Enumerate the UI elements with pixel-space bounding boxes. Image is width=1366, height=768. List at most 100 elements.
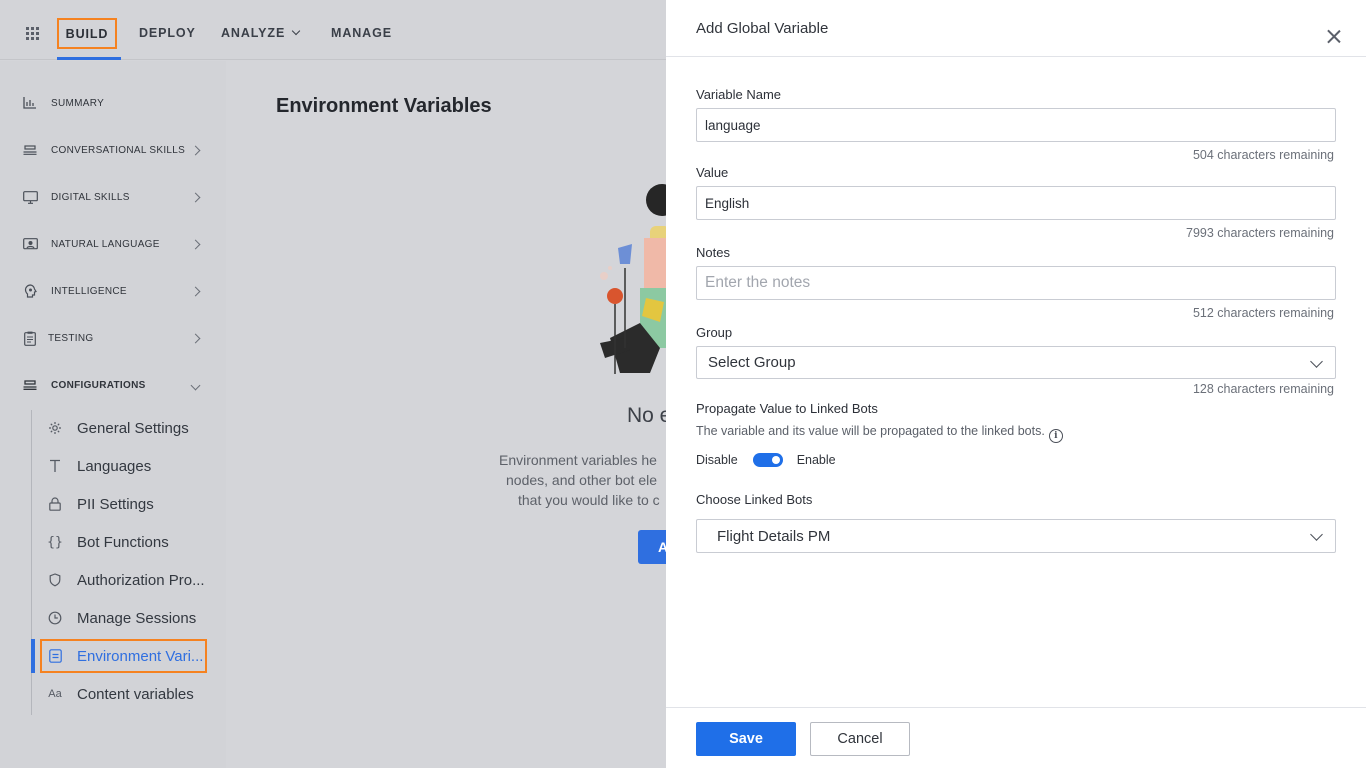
- nav-analyze[interactable]: ANALYZE: [221, 26, 301, 40]
- clipboard-icon: [22, 330, 38, 346]
- clock-icon: [47, 610, 63, 626]
- linked-bots-select[interactable]: Flight Details PM: [696, 519, 1336, 553]
- sidebar-item-label: DIGITAL SKILLS: [51, 191, 130, 203]
- submenu-item-label: Environment Vari...: [77, 647, 204, 665]
- notes-counter: 512 characters remaining: [1192, 306, 1334, 320]
- panel-title: Add Global Variable: [696, 20, 829, 37]
- nav-build[interactable]: BUILD: [57, 18, 117, 49]
- nav-active-indicator: [57, 57, 121, 60]
- notes-input[interactable]: Enter the notes: [696, 266, 1336, 300]
- layers-icon: [22, 142, 38, 158]
- nav-manage[interactable]: MANAGE: [331, 26, 392, 40]
- variable-name-label: Variable Name: [696, 87, 782, 102]
- linked-bots-value: Flight Details PM: [717, 527, 831, 545]
- sidebar-item-conversational-skills[interactable]: CONVERSATIONAL SKILLS: [0, 138, 226, 162]
- submenu-item-label: Authorization Pro...: [77, 571, 205, 589]
- submenu-item-authorization-profiles[interactable]: Authorization Pro...: [44, 565, 224, 595]
- propagate-description-text: The variable and its value will be propa…: [696, 424, 1045, 438]
- sidebar-item-natural-language[interactable]: NATURAL LANGUAGE: [0, 232, 226, 256]
- info-icon[interactable]: i: [1048, 429, 1063, 443]
- nav-deploy[interactable]: DEPLOY: [139, 26, 196, 40]
- lock-icon: [47, 496, 63, 512]
- empty-state-description: Environment variables he nodes, and othe…: [480, 450, 666, 512]
- submenu-item-general-settings[interactable]: General Settings: [44, 413, 224, 443]
- chevron-right-icon: [190, 145, 201, 155]
- submenu-item-pii-settings[interactable]: PII Settings: [44, 489, 224, 519]
- chevron-right-icon: [190, 286, 201, 296]
- sidebar-item-label: CONFIGURATIONS: [51, 379, 146, 391]
- sidebar-item-summary[interactable]: SUMMARY: [0, 91, 226, 115]
- brain-icon: [22, 283, 38, 299]
- sidebar-item-label: SUMMARY: [51, 97, 105, 109]
- sidebar-item-digital-skills[interactable]: DIGITAL SKILLS: [0, 185, 226, 209]
- sidebar-item-label: NATURAL LANGUAGE: [51, 238, 160, 250]
- submenu-item-bot-functions[interactable]: {} Bot Functions: [44, 527, 224, 557]
- submenu-item-label: Content variables: [77, 685, 194, 703]
- submenu-item-label: Manage Sessions: [77, 609, 197, 627]
- chevron-right-icon: [190, 239, 201, 249]
- submenu-active-indicator: [31, 639, 35, 673]
- app-grid-icon[interactable]: [26, 27, 40, 41]
- empty-state-title: No e: [627, 404, 666, 427]
- value-label: Value: [696, 165, 729, 180]
- gear-icon: [47, 420, 63, 436]
- nlp-icon: [22, 236, 38, 252]
- variable-name-counter: 504 characters remaining: [1192, 148, 1334, 162]
- submenu-item-manage-sessions[interactable]: Manage Sessions: [44, 603, 224, 633]
- submenu-item-content-variables[interactable]: Aa Content variables: [44, 679, 224, 709]
- variable-name-input[interactable]: language: [696, 108, 1336, 142]
- add-variable-button[interactable]: A: [638, 530, 666, 564]
- chevron-down-icon: [291, 26, 301, 36]
- sidebar-item-label: CONVERSATIONAL SKILLS: [51, 144, 186, 156]
- font-size-icon: Aa: [48, 688, 62, 700]
- empty-state-desc-line: that you would like to c: [518, 492, 660, 508]
- chevron-down-icon: [190, 380, 201, 390]
- submenu-item-label: Languages: [77, 457, 152, 475]
- nav-analyze-label: ANALYZE: [221, 26, 286, 40]
- value-counter: 7993 characters remaining: [1186, 226, 1334, 240]
- panel-header: Add Global Variable: [666, 0, 1366, 57]
- value-input[interactable]: English: [696, 186, 1336, 220]
- sidebar-item-label: TESTING: [48, 332, 94, 344]
- panel-footer: Save Cancel: [666, 707, 1366, 768]
- add-global-variable-panel: Add Global Variable Variable Name langua…: [666, 0, 1366, 768]
- submenu-item-languages[interactable]: Languages: [44, 451, 224, 481]
- text-icon: [47, 458, 63, 474]
- chevron-right-icon: [190, 192, 201, 202]
- sidebar: SUMMARY CONVERSATIONAL SKILLS DIGITAL SK…: [0, 61, 226, 768]
- toggle-disable-label: Disable: [696, 453, 738, 467]
- chevron-down-icon: [1310, 355, 1323, 368]
- submenu-item-label: PII Settings: [77, 495, 154, 513]
- bar-chart-icon: [22, 95, 38, 111]
- shield-icon: [47, 572, 63, 588]
- page-title: Environment Variables: [276, 95, 492, 117]
- sidebar-item-intelligence[interactable]: INTELLIGENCE: [0, 279, 226, 303]
- group-counter: 128 characters remaining: [1192, 382, 1334, 396]
- group-select-value: Select Group: [708, 354, 796, 371]
- empty-state-desc-line: nodes, and other bot ele: [506, 472, 658, 488]
- group-select[interactable]: Select Group: [696, 346, 1336, 379]
- sidebar-item-configurations[interactable]: CONFIGURATIONS: [0, 373, 226, 397]
- submenu-item-label: General Settings: [77, 419, 189, 437]
- monitor-icon: [22, 189, 38, 205]
- linked-bots-label: Choose Linked Bots: [696, 492, 813, 507]
- group-label: Group: [696, 325, 733, 340]
- submenu-item-environment-variables[interactable]: Environment Vari...: [40, 639, 207, 673]
- layers-icon: [22, 377, 38, 393]
- propagate-toggle-row: Disable Enable: [696, 452, 836, 468]
- notes-label: Notes: [696, 245, 730, 260]
- close-icon[interactable]: [1326, 28, 1342, 44]
- sidebar-item-label: INTELLIGENCE: [51, 285, 127, 297]
- toggle-enable-label: Enable: [796, 453, 836, 467]
- sidebar-item-testing[interactable]: TESTING: [0, 326, 226, 350]
- cancel-button[interactable]: Cancel: [810, 722, 910, 756]
- propagate-description: The variable and its value will be propa…: [696, 424, 1063, 443]
- save-button[interactable]: Save: [696, 722, 796, 756]
- submenu-item-label: Bot Functions: [77, 533, 169, 551]
- empty-state-desc-line: Environment variables he: [499, 452, 657, 468]
- braces-icon: {}: [47, 534, 63, 550]
- empty-state-illustration: [590, 178, 666, 378]
- document-icon: [47, 648, 63, 664]
- propagate-toggle[interactable]: [752, 453, 783, 467]
- chevron-right-icon: [190, 333, 201, 343]
